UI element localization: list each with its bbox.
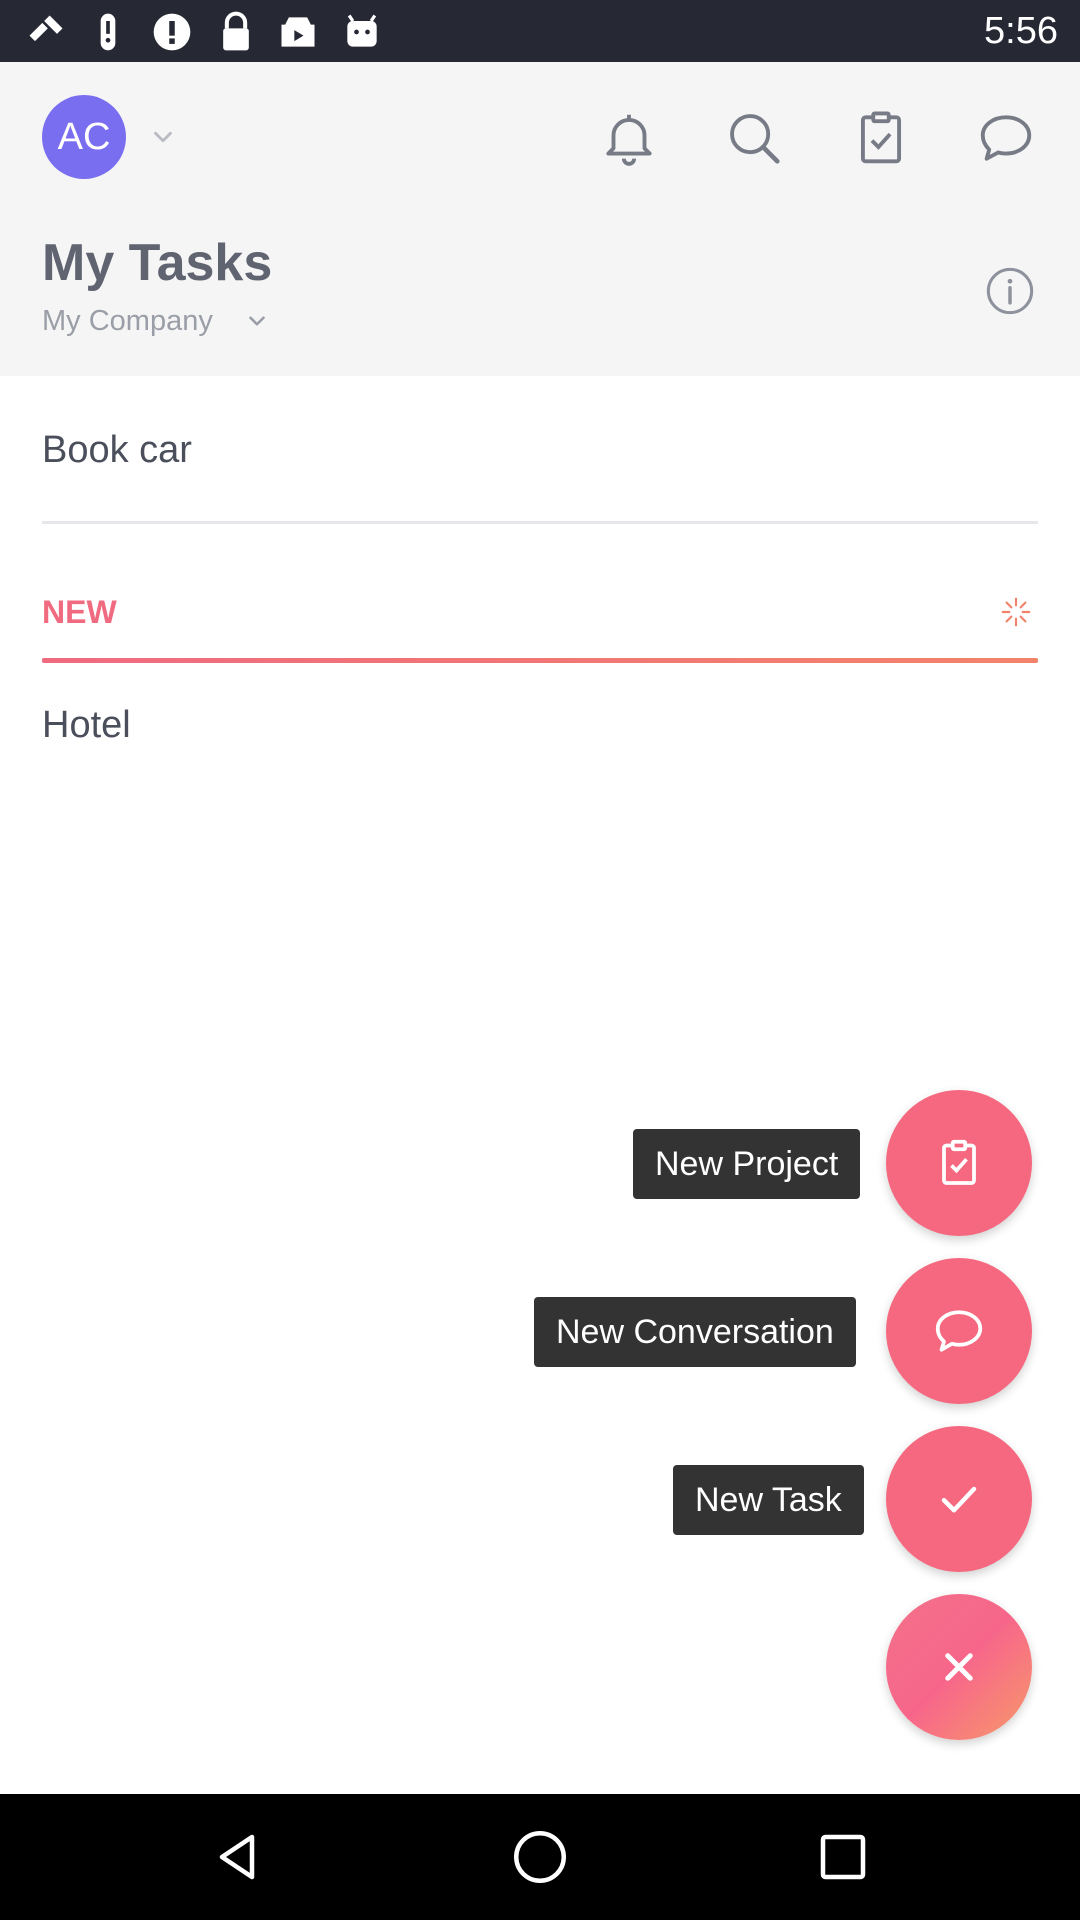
new-project-label[interactable]: New Project (633, 1129, 861, 1199)
new-task-button[interactable] (886, 1426, 1032, 1572)
new-conversation-button[interactable] (886, 1258, 1032, 1404)
new-task-label[interactable]: New Task (673, 1465, 864, 1535)
spinner-icon (1001, 597, 1031, 627)
back-icon[interactable] (207, 1827, 267, 1887)
recents-icon[interactable] (813, 1827, 873, 1887)
close-icon (945, 1653, 973, 1681)
search-icon[interactable] (723, 107, 785, 169)
satellite-icon (29, 15, 63, 42)
alert-icon (100, 13, 116, 51)
page-title: My Tasks (42, 234, 273, 292)
status-time: 5:56 (984, 10, 1058, 52)
info-circle-icon (153, 13, 191, 51)
home-icon[interactable] (510, 1827, 570, 1887)
play-store-icon (281, 17, 315, 47)
navigation-bar (0, 1794, 1080, 1920)
close-menu-button[interactable] (886, 1594, 1032, 1740)
clipboard-check-icon (942, 1139, 976, 1185)
new-conversation-label[interactable]: New Conversation (534, 1297, 856, 1367)
clipboard-check-icon[interactable] (850, 107, 912, 169)
info-icon[interactable] (984, 265, 1036, 317)
chat-bubble-icon (935, 1310, 983, 1352)
lock-icon (223, 11, 249, 51)
android-icon (347, 14, 377, 47)
list-item[interactable]: Book car (42, 425, 192, 475)
chevron-down-icon[interactable] (148, 122, 178, 152)
section-header[interactable]: NEW (42, 592, 117, 632)
check-icon (941, 1486, 977, 1513)
workspace-selector[interactable]: My Company (42, 301, 213, 341)
chat-bubble-icon[interactable] (975, 107, 1037, 169)
divider (42, 521, 1038, 524)
header: AC My Tasks My Company (0, 62, 1080, 376)
bell-icon[interactable] (598, 107, 660, 169)
avatar[interactable]: AC (42, 95, 126, 179)
list-item[interactable]: Hotel (42, 700, 131, 750)
chevron-down-icon[interactable] (244, 308, 270, 334)
new-project-button[interactable] (886, 1090, 1032, 1236)
section-underline (42, 658, 1038, 663)
status-bar: 5:56 (0, 0, 1080, 62)
